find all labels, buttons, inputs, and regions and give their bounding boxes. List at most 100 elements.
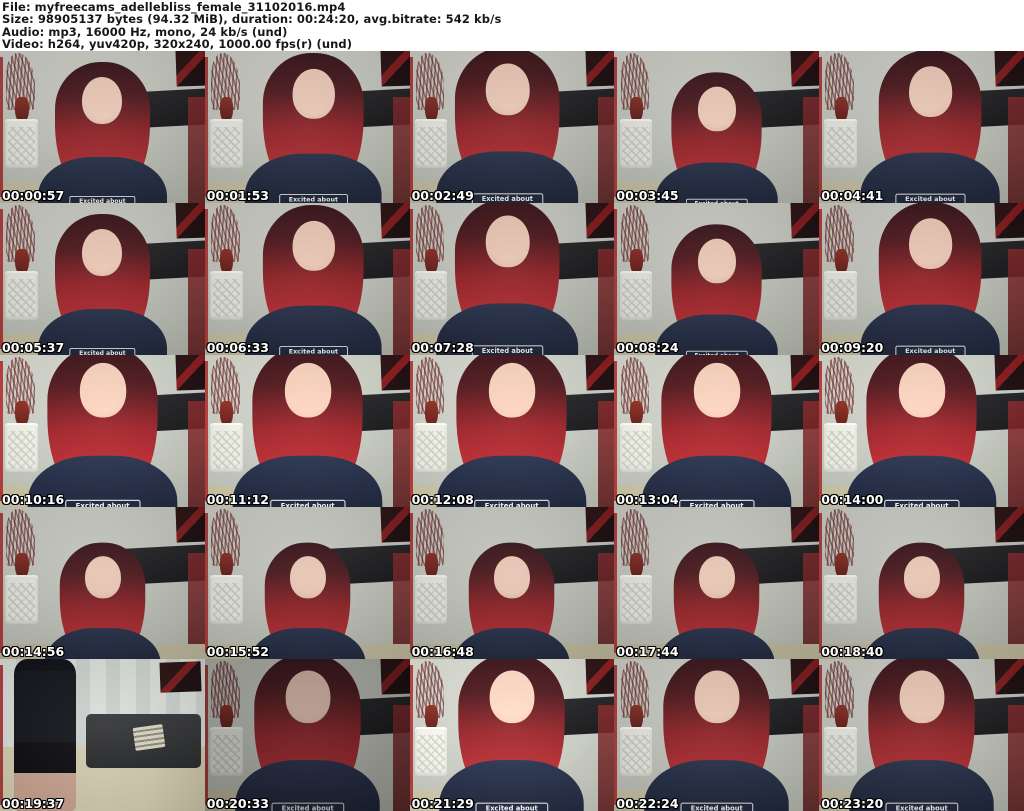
timestamp-overlay: 00:10:16 xyxy=(2,492,65,507)
person-silhouette: Excited about everything xyxy=(652,541,781,659)
dried-flowers-shape xyxy=(415,508,445,567)
desk-shape xyxy=(516,87,615,130)
wicker-stool-shape xyxy=(209,575,243,625)
hair-shape xyxy=(457,355,567,497)
face-shape xyxy=(697,86,736,132)
thumbnail-placeholder: Excited about everything xyxy=(0,203,205,355)
desk-shape xyxy=(925,695,1024,738)
wall-art-shape xyxy=(380,507,410,543)
frame-edge-stripe xyxy=(0,361,3,501)
timestamp-overlay: 00:22:24 xyxy=(616,796,679,811)
timestamp-overlay: 00:13:04 xyxy=(616,492,679,507)
vase-shape xyxy=(834,96,848,123)
red-chair-shape xyxy=(1007,400,1024,507)
person-silhouette: Excited about everything xyxy=(447,541,576,659)
desk-shape xyxy=(516,695,615,738)
vase-shape xyxy=(424,552,439,579)
wicker-stool-shape xyxy=(5,575,38,625)
vase-shape xyxy=(629,552,644,579)
thumbnail-placeholder: Excited about everything xyxy=(204,51,410,203)
video-thumbnail: Excited about everything 00:11:12 xyxy=(204,355,410,507)
thumbnail-placeholder: Excited about everything xyxy=(819,659,1024,811)
wicker-stool-shape xyxy=(414,575,448,625)
thumbnail-placeholder: Excited about everything xyxy=(819,51,1024,203)
timestamp-overlay: 00:08:24 xyxy=(616,340,679,355)
video-thumbnail: Excited about everything 00:08:24 xyxy=(614,203,820,355)
dried-flowers-shape xyxy=(825,52,854,111)
shirt-text: Excited about everything xyxy=(471,345,544,355)
hair-shape xyxy=(455,51,560,191)
person-silhouette: Excited about everything xyxy=(243,541,372,659)
video-thumbnail: Excited about everything 00:10:16 xyxy=(0,355,205,507)
desk-shape xyxy=(516,391,615,434)
wicker-stool-shape xyxy=(824,727,858,777)
thumbnail-placeholder: Excited about everything xyxy=(819,355,1024,507)
wall-art-shape xyxy=(789,659,820,695)
wall-art-shape xyxy=(175,203,205,239)
face-shape xyxy=(489,670,535,724)
red-chair-shape xyxy=(188,248,205,355)
video-thumbnail: Excited about everything 00:06:33 xyxy=(204,203,410,355)
dried-flowers-shape xyxy=(6,356,35,415)
person-silhouette: Excited about everything xyxy=(841,659,1002,811)
thumbnail-placeholder: Excited about everything xyxy=(819,507,1024,659)
hair-shape xyxy=(879,51,982,191)
frame-edge-stripe xyxy=(409,57,413,197)
wall-art-shape xyxy=(585,659,615,695)
red-chair-shape xyxy=(393,96,410,203)
timestamp-overlay: 00:17:44 xyxy=(616,644,679,659)
face-shape xyxy=(899,670,945,724)
hair-shape xyxy=(674,542,760,659)
red-chair-shape xyxy=(802,704,820,811)
vase-shape xyxy=(424,248,439,275)
face-shape xyxy=(289,555,326,599)
vase-shape xyxy=(629,704,644,731)
face-shape xyxy=(485,215,530,268)
shirt-text: Excited about everything xyxy=(680,803,754,811)
face-shape xyxy=(903,555,940,599)
wicker-stool-shape xyxy=(619,271,653,321)
person-silhouette: Excited about everything xyxy=(857,541,986,659)
shirt-text: Excited about everything xyxy=(894,194,966,203)
vase-shape xyxy=(834,400,848,427)
wicker-stool-shape xyxy=(824,575,858,625)
hair-shape xyxy=(878,542,965,659)
person-silhouette: Excited about everything xyxy=(237,203,389,355)
person-silhouette: Excited about everything xyxy=(0,659,205,811)
face-shape xyxy=(291,220,335,271)
red-chair-shape xyxy=(188,96,205,203)
wall-art-shape xyxy=(994,203,1024,239)
frame-edge-stripe xyxy=(409,209,413,349)
hair-shape xyxy=(55,61,150,193)
person-silhouette: Excited about everything xyxy=(227,659,388,811)
dried-flowers-shape xyxy=(620,356,650,415)
hair-shape xyxy=(671,72,762,197)
shirt-text: Excited about everything xyxy=(471,193,544,203)
dried-flowers-shape xyxy=(210,204,240,263)
frame-edge-stripe xyxy=(204,209,208,349)
video-thumbnail: Excited about everything 00:14:56 xyxy=(0,507,205,659)
thumbnail-placeholder: Excited about everything xyxy=(204,507,410,659)
hair-shape xyxy=(264,542,350,659)
thumbnail-placeholder: Excited about everything xyxy=(409,51,615,203)
face-shape xyxy=(488,362,536,418)
desk-shape xyxy=(516,239,615,282)
video-contact-sheet: File: myfreecams_adellebliss_female_31102… xyxy=(0,0,1024,811)
desk-shape xyxy=(311,543,410,586)
vase-shape xyxy=(834,704,848,731)
frame-edge-stripe xyxy=(819,665,823,805)
person-silhouette: Excited about everything xyxy=(853,203,1008,355)
shirt-text: Excited about everything xyxy=(278,346,348,355)
video-value: h264, yuv420p, 320x240, 1000.00 fps(r) (… xyxy=(47,37,353,51)
face-shape xyxy=(694,670,740,724)
wicker-stool-shape xyxy=(5,119,38,169)
wicker-stool-shape xyxy=(414,727,448,777)
timestamp-overlay: 00:01:53 xyxy=(206,188,269,203)
red-chair-shape xyxy=(598,704,615,811)
video-thumbnail: Excited about everything 00:00:57 xyxy=(0,51,205,203)
person-silhouette: Excited about everything xyxy=(429,51,587,203)
hair-shape xyxy=(455,203,560,343)
vase-shape xyxy=(424,400,439,427)
dried-flowers-shape xyxy=(210,52,240,111)
red-chair-shape xyxy=(598,400,615,507)
